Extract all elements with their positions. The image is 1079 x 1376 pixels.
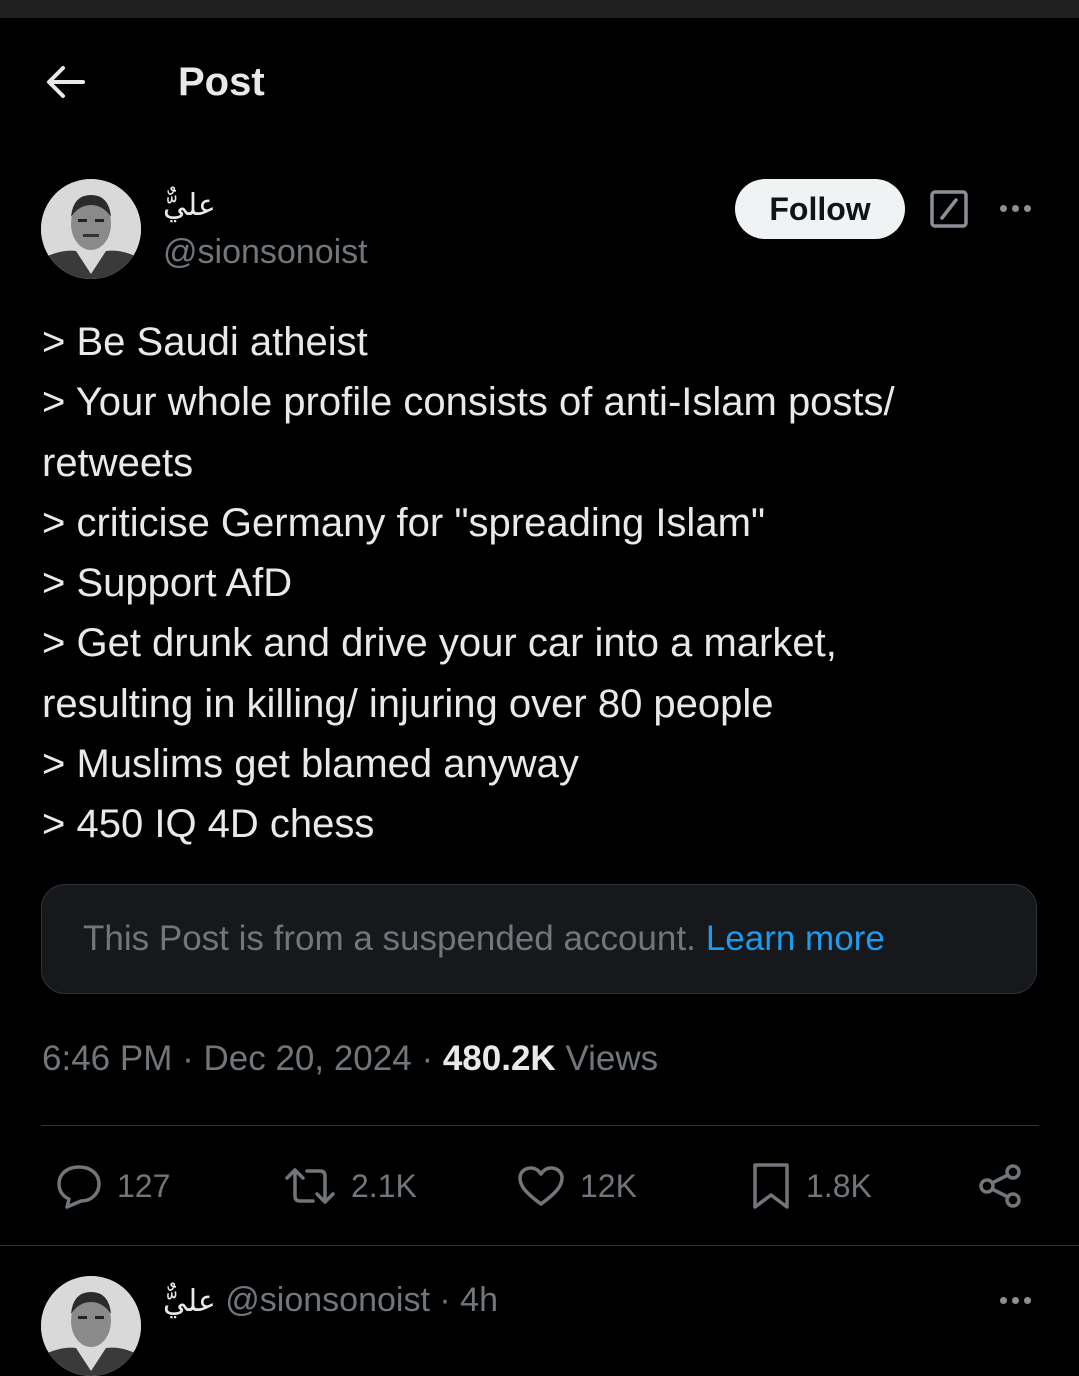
- reply-author-handle[interactable]: @sionsonoist: [225, 1281, 430, 1319]
- repost-count: 2.1K: [351, 1167, 417, 1204]
- reply-age[interactable]: 4h: [460, 1281, 498, 1319]
- divider: [0, 1245, 1079, 1246]
- separator: ·: [439, 1281, 451, 1319]
- divider: [41, 1125, 1039, 1126]
- follow-button[interactable]: Follow: [735, 179, 905, 239]
- suspended-notice: This Post is from a suspended account. L…: [41, 884, 1037, 994]
- like-count: 12K: [580, 1167, 637, 1204]
- page-title: Post: [178, 60, 265, 104]
- post-text-line: > Muslims get blamed anyway: [42, 742, 579, 787]
- views-label: Views: [565, 1039, 659, 1078]
- separator: ·: [182, 1039, 194, 1078]
- repost-icon: [285, 1168, 335, 1204]
- post-text-line: > criticise Germany for "spreading Islam…: [42, 500, 766, 545]
- reply-author-row: عليٌّ @sionsonoist · 4h: [163, 1280, 498, 1322]
- status-bar: [0, 0, 1079, 18]
- share-button[interactable]: [976, 1160, 1024, 1212]
- heart-icon: [518, 1166, 564, 1206]
- reply-button[interactable]: 127: [55, 1160, 170, 1212]
- post-text-line: > Your whole profile consists of anti-Is…: [42, 380, 895, 425]
- repost-button[interactable]: 2.1K: [283, 1160, 417, 1212]
- post-time[interactable]: 6:46 PM: [42, 1039, 172, 1078]
- arrow-left-icon: [47, 66, 85, 98]
- reply-icon: [57, 1165, 101, 1209]
- avatar[interactable]: [41, 179, 141, 279]
- reply-avatar[interactable]: [41, 1276, 141, 1376]
- back-button[interactable]: [42, 62, 88, 102]
- bookmark-button[interactable]: 1.8K: [750, 1160, 872, 1212]
- share-icon: [979, 1164, 1021, 1208]
- post-text-line: > Get drunk and drive your car into a ma…: [42, 621, 837, 666]
- post-text-line: > 450 IQ 4D chess: [42, 802, 375, 847]
- post-date[interactable]: Dec 20, 2024: [203, 1039, 411, 1078]
- more-options-icon[interactable]: [1000, 205, 1031, 212]
- reply-count: 127: [117, 1167, 171, 1204]
- post-text-line: > Support AfD: [42, 561, 293, 606]
- like-button[interactable]: 12K: [516, 1160, 637, 1212]
- views-count[interactable]: 480.2K: [443, 1039, 556, 1078]
- top-bar: Post: [0, 18, 1079, 148]
- notice-text: This Post is from a suspended account.: [83, 919, 696, 958]
- grok-icon[interactable]: [930, 190, 968, 228]
- post-meta: 6:46 PM · Dec 20, 2024 · 480.2K Views: [42, 1036, 658, 1082]
- bookmark-count: 1.8K: [806, 1167, 872, 1204]
- post-text-line: > Be Saudi atheist: [42, 320, 368, 364]
- post-text-line: retweets: [42, 440, 194, 485]
- author-handle[interactable]: @sionsonoist: [163, 232, 368, 272]
- learn-more-link[interactable]: Learn more: [706, 919, 885, 959]
- post-text: > Be Saudi atheist > Your whole profile …: [42, 312, 1042, 855]
- separator: ·: [421, 1039, 434, 1078]
- reply-author-name[interactable]: عليٌّ: [163, 1285, 216, 1318]
- reply-more-options-icon[interactable]: [1000, 1297, 1031, 1304]
- post-text-line: resulting in killing/ injuring over 80 p…: [42, 681, 774, 726]
- author-name[interactable]: عليٌّ: [163, 188, 216, 224]
- bookmark-icon: [753, 1163, 789, 1209]
